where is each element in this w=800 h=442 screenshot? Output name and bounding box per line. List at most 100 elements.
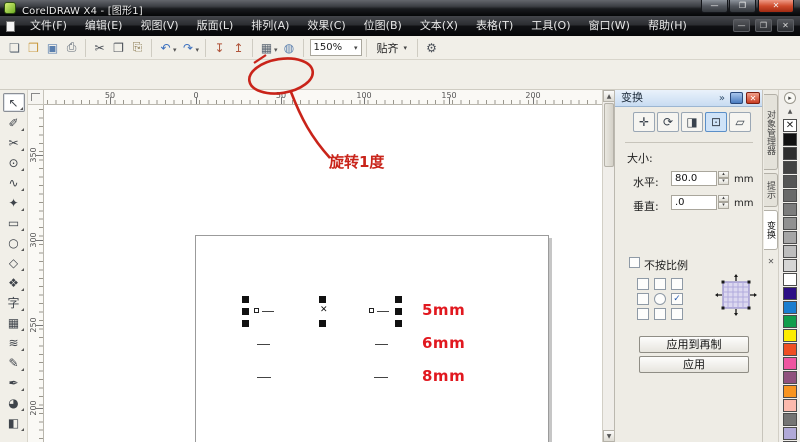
color-swatch[interactable] (783, 161, 797, 174)
docker-tab-3[interactable]: 变换 (764, 210, 778, 250)
color-swatch[interactable] (783, 245, 797, 258)
color-swatch[interactable] (783, 413, 797, 426)
docker-tab-close-icon[interactable]: ✕ (766, 257, 776, 266)
text-tool[interactable]: 字 (3, 293, 25, 312)
ruler-origin[interactable] (28, 90, 44, 105)
color-swatch[interactable] (783, 385, 797, 398)
selection-handle[interactable] (242, 296, 249, 303)
nonproportional-checkbox[interactable] (629, 257, 640, 268)
anchor-point-checkbox[interactable] (637, 293, 649, 305)
chevron-down-icon[interactable]: ▾ (196, 46, 200, 54)
palette-scroll-up-icon[interactable]: ▲ (784, 107, 796, 116)
line-8mm[interactable] (257, 377, 271, 378)
anchor-point-checkbox[interactable] (654, 308, 666, 320)
ellipse-tool[interactable]: ○ (3, 233, 25, 252)
anchor-point-checkbox[interactable] (671, 278, 683, 290)
selection-handle[interactable] (319, 320, 326, 327)
rectangle-tool[interactable]: ▭ (3, 213, 25, 232)
menu-item[interactable]: 文本(X) (411, 16, 467, 36)
menu-item[interactable]: 效果(C) (298, 16, 354, 36)
menu-item[interactable]: 位图(B) (355, 16, 411, 36)
color-swatch[interactable] (783, 301, 797, 314)
chevron-down-icon[interactable]: ▾ (274, 46, 278, 54)
interactive-blend-tool[interactable]: ≋ (3, 333, 25, 352)
open-button[interactable]: ❒ (24, 39, 43, 57)
window-close-button[interactable]: ✕ (758, 0, 794, 13)
anchor-point-radio[interactable] (654, 293, 666, 305)
transform-skew-button[interactable]: ▱ (729, 112, 751, 132)
chevron-down-icon[interactable]: ▾ (173, 46, 177, 54)
export-button[interactable]: ↥ (229, 39, 248, 57)
transform-scale-mirror-button[interactable]: ◨ (681, 112, 703, 132)
document-minimize-button[interactable]: — (733, 19, 750, 32)
color-swatch[interactable] (783, 399, 797, 412)
vertical-scrollbar[interactable]: ▲ ▼ (602, 90, 615, 442)
window-maximize-button[interactable]: ❐ (729, 0, 756, 13)
line-5mm[interactable] (377, 311, 389, 312)
fill-tool[interactable]: ◕ (3, 393, 25, 412)
menu-item[interactable]: 文件(F) (21, 16, 76, 36)
selection-handle[interactable] (395, 320, 402, 327)
menu-item[interactable]: 表格(T) (467, 16, 522, 36)
selection-handle[interactable] (242, 308, 249, 315)
basic-shapes-tool[interactable]: ❖ (3, 273, 25, 292)
print-button[interactable]: ⎙ (62, 39, 81, 57)
color-swatch[interactable] (783, 371, 797, 384)
horizontal-size-stepper[interactable]: ▴ ▾ (718, 171, 729, 185)
cut-button[interactable]: ✂ (90, 39, 109, 57)
docker-minimize-button[interactable] (730, 92, 743, 104)
anchor-point-checkbox[interactable]: ✓ (671, 293, 683, 305)
menu-item[interactable]: 版面(L) (188, 16, 243, 36)
color-swatch[interactable] (783, 343, 797, 356)
color-swatch[interactable] (783, 315, 797, 328)
menu-item[interactable]: 工具(O) (522, 16, 579, 36)
polygon-tool[interactable]: ◇ (3, 253, 25, 272)
vertical-size-stepper[interactable]: ▴ ▾ (718, 195, 729, 209)
line-5mm[interactable] (262, 311, 274, 312)
color-swatch[interactable] (783, 133, 797, 146)
line-node[interactable] (369, 308, 374, 313)
transform-position-button[interactable]: ✛ (633, 112, 655, 132)
color-swatch[interactable] (783, 217, 797, 230)
menu-item[interactable]: 帮助(H) (639, 16, 696, 36)
pick-tool[interactable]: ↖ (2, 93, 25, 112)
interactive-fill-tool[interactable]: ◧ (3, 413, 25, 432)
zoom-tool[interactable]: ⊙ (3, 153, 25, 172)
document-close-button[interactable]: ✕ (777, 19, 794, 32)
freehand-tool[interactable]: ∿ (3, 173, 25, 192)
corel-online-button[interactable]: ◍ (280, 39, 299, 57)
color-swatch[interactable] (783, 147, 797, 160)
palette-flyout-button[interactable]: ▸ (784, 92, 796, 104)
anchor-point-checkbox[interactable] (671, 308, 683, 320)
docker-close-button[interactable]: ✕ (746, 92, 760, 104)
import-button[interactable]: ↧ (210, 39, 229, 57)
horizontal-ruler[interactable]: 50 0 50 100 150 200 (44, 90, 602, 105)
smart-fill-tool[interactable]: ✦ (3, 193, 25, 212)
selection-handle[interactable] (395, 296, 402, 303)
drawing-canvas[interactable]: ✕ 5mm 6mm 8mm (44, 105, 602, 442)
color-swatch[interactable] (783, 357, 797, 370)
transform-rotation-button[interactable]: ⟳ (657, 112, 679, 132)
color-swatch[interactable] (783, 175, 797, 188)
line-6mm[interactable] (375, 344, 388, 345)
menu-item[interactable]: 编辑(E) (76, 16, 132, 36)
selection-handle[interactable] (242, 320, 249, 327)
docker-tab-1[interactable]: 对象管理器 (764, 94, 778, 170)
shape-tool[interactable]: ✐ (3, 113, 25, 132)
horizontal-size-field[interactable] (671, 171, 717, 186)
selection-handle[interactable] (319, 296, 326, 303)
color-swatch[interactable] (783, 329, 797, 342)
color-swatch[interactable] (783, 203, 797, 216)
selection-handle[interactable] (395, 308, 402, 315)
copy-button[interactable]: ❐ (109, 39, 128, 57)
color-swatch[interactable] (783, 273, 797, 286)
no-color-swatch[interactable]: ✕ (783, 119, 797, 132)
eyedropper-tool[interactable]: ✎ (3, 353, 25, 372)
zoom-level-select[interactable]: 150% ▾ (309, 39, 362, 56)
window-minimize-button[interactable]: — (701, 0, 728, 13)
save-button[interactable]: ▣ (43, 39, 62, 57)
color-swatch[interactable] (783, 189, 797, 202)
table-tool[interactable]: ▦ (3, 313, 25, 332)
line-node[interactable] (254, 308, 259, 313)
menu-item[interactable]: 窗口(W) (580, 16, 639, 36)
